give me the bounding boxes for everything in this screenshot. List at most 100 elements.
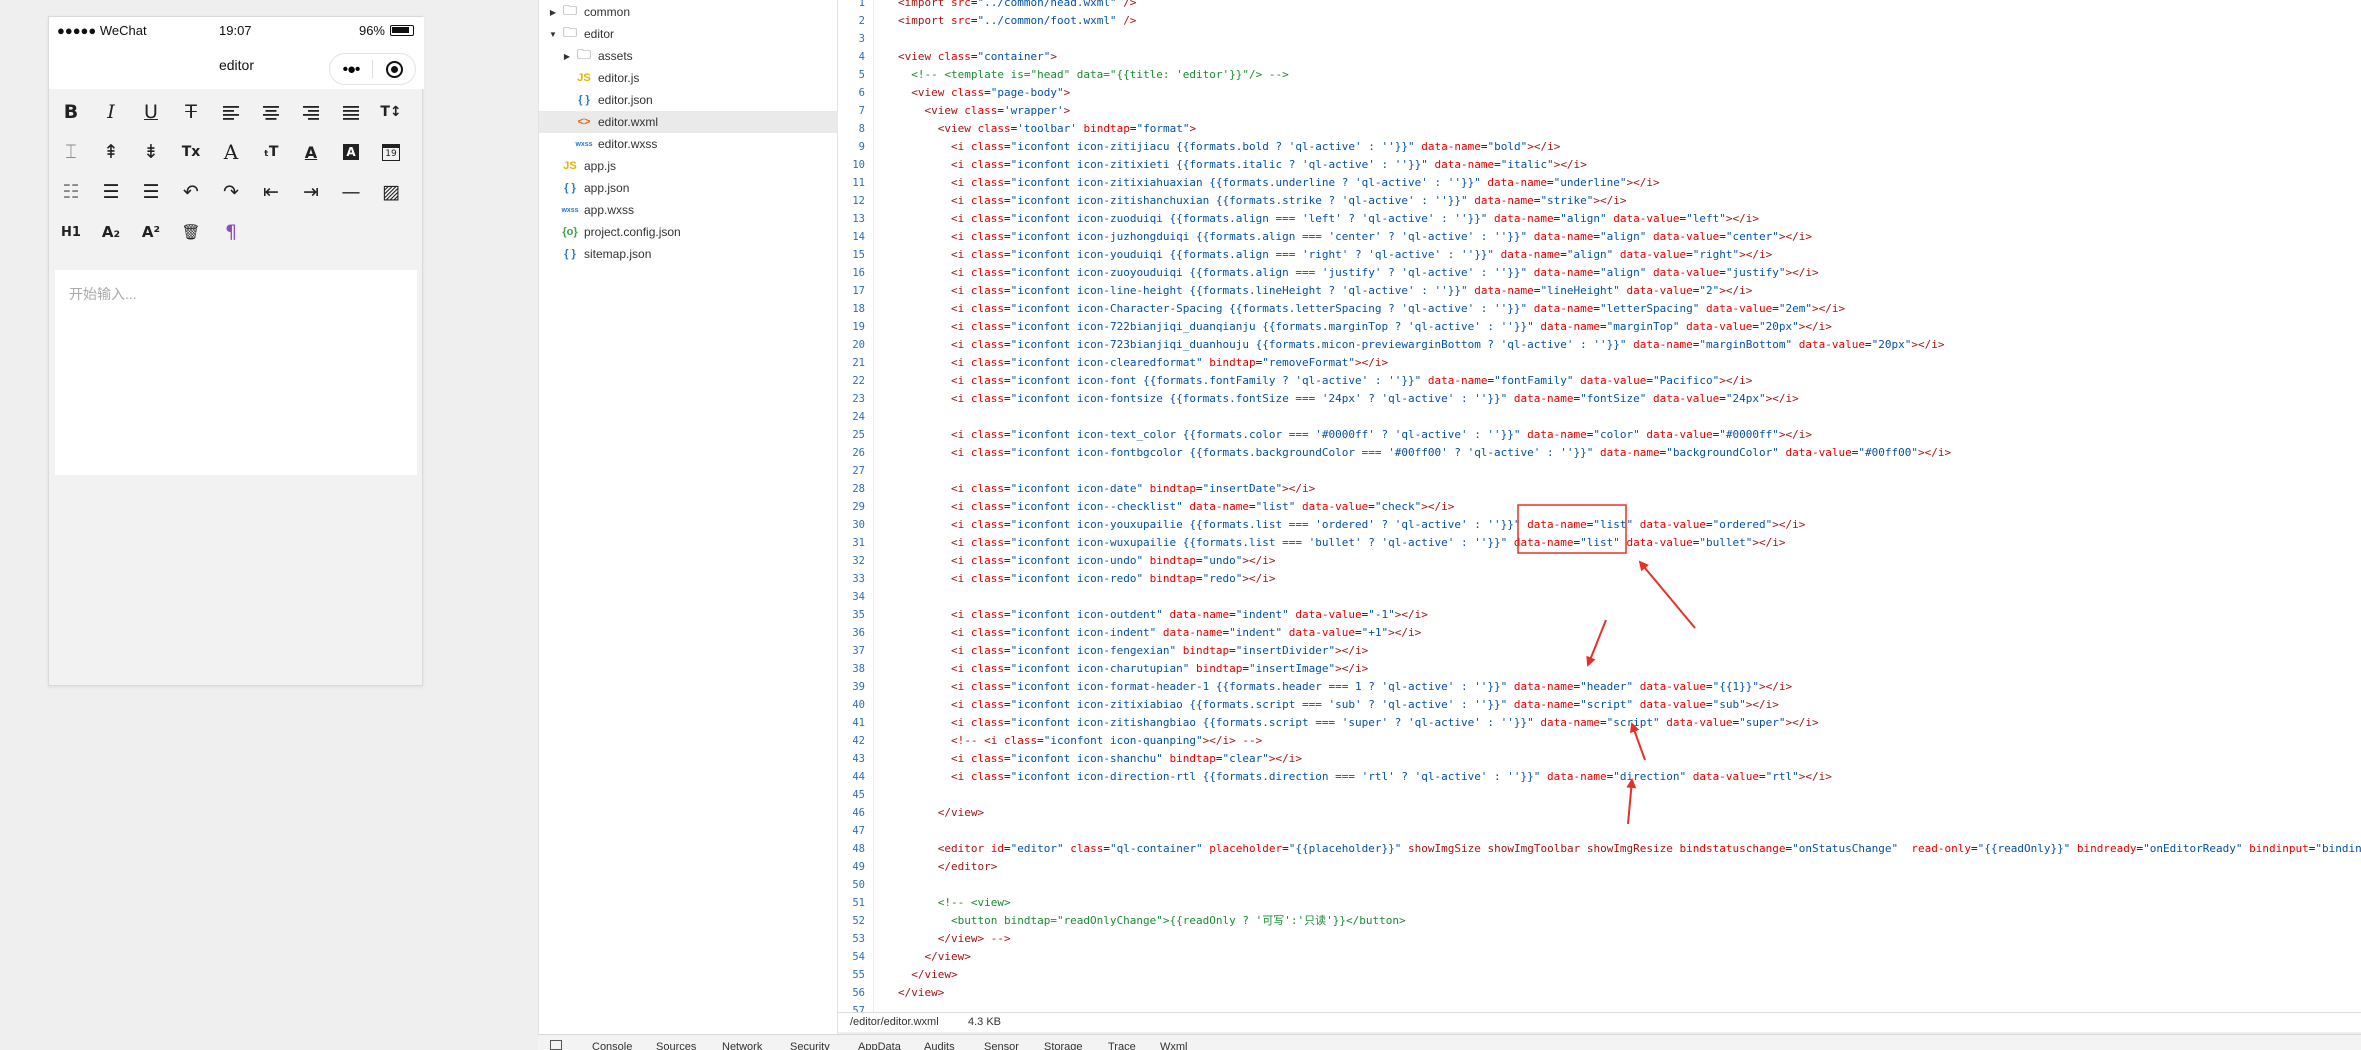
tree-item[interactable]: JS app.js: [539, 155, 838, 177]
tree-item-label: common: [584, 5, 631, 19]
devtools-tab-console[interactable]: Console: [592, 1041, 632, 1050]
align-justify-button[interactable]: [336, 97, 366, 127]
line-number: 15: [852, 249, 865, 261]
tree-item[interactable]: { } app.json: [539, 177, 838, 199]
indent-button[interactable]: ⇥: [296, 177, 326, 207]
code-line: <i class="iconfont icon-zitixiahuaxian {…: [950, 176, 1660, 189]
outdent-button[interactable]: ⇤: [256, 177, 286, 207]
tree-item[interactable]: ▶ 🗀 assets: [539, 45, 838, 67]
line-number: 8: [858, 123, 865, 135]
indent-icon: ⇥: [303, 181, 319, 203]
battery-percent: 96%: [358, 23, 385, 38]
tree-item[interactable]: ▼ 🗀 editor: [539, 23, 838, 45]
tree-item-label: sitemap.json: [584, 247, 652, 261]
clear-format-icon: Tx: [181, 144, 201, 160]
json-file-icon: { }: [578, 94, 590, 106]
bold-button[interactable]: B: [56, 97, 86, 127]
rich-text-editor[interactable]: 开始输入...: [55, 270, 417, 475]
header-1-button[interactable]: H1: [56, 217, 86, 247]
line-number: 50: [852, 879, 865, 891]
strikethrough-button[interactable]: T: [176, 97, 206, 127]
ordered-list-button[interactable]: ☰: [96, 177, 126, 207]
devtools-toggle-icon[interactable]: [550, 1040, 562, 1050]
tree-item[interactable]: ▶ 🗀 common: [539, 1, 838, 23]
more-menu-icon[interactable]: •●•: [330, 61, 372, 78]
code-line: <view class="container">: [898, 50, 1057, 63]
code-line: <i class="iconfont icon-wuxupailie {{for…: [950, 536, 1786, 549]
line-number: 52: [852, 915, 865, 927]
tree-item[interactable]: JS editor.js: [539, 67, 838, 89]
code-line: <import src="../common/foot.wxml" />: [898, 14, 1137, 27]
wxss-file-icon: wxss: [575, 140, 593, 148]
redo-button[interactable]: ↷: [216, 177, 246, 207]
tree-item-label: assets: [598, 49, 633, 63]
tree-item[interactable]: wxss editor.wxss: [539, 133, 838, 155]
devtools-tab-appdata[interactable]: AppData: [858, 1041, 901, 1050]
code-line: <i class="iconfont icon-zitishanchuxian …: [950, 194, 1627, 207]
devtools-tab-wxml[interactable]: Wxml: [1160, 1041, 1188, 1050]
code-line: <i class="iconfont icon-zitixieti {{form…: [950, 158, 1587, 171]
devtools-tab-sources[interactable]: Sources: [656, 1041, 696, 1050]
underline-button[interactable]: U: [136, 97, 166, 127]
margin-bottom-button[interactable]: ⇟: [136, 137, 166, 167]
code-line: <i class="iconfont icon-723bianjiqi_duan…: [950, 338, 1945, 351]
insert-date-button[interactable]: 19: [376, 137, 406, 167]
margin-top-button[interactable]: ⇞: [96, 137, 126, 167]
file-size: 4.3 KB: [968, 1016, 1002, 1028]
code-line: <i class="iconfont icon-date" bindtap="i…: [950, 482, 1316, 495]
text-color-button[interactable]: A: [296, 137, 326, 167]
line-number: 43: [852, 753, 865, 765]
phone-simulator: ●●●●● WeChat 19:07 96% editor •●• B I U T T↕…: [48, 16, 424, 686]
bullet-list-button[interactable]: ☰: [136, 177, 166, 207]
align-left-button[interactable]: [216, 97, 246, 127]
tree-item-label: editor.json: [598, 93, 653, 107]
folder-icon: 🗀: [563, 2, 577, 18]
clear-format-button[interactable]: Tx: [176, 137, 206, 167]
tree-item[interactable]: <> editor.wxml: [539, 111, 838, 133]
devtools-tab-trace[interactable]: Trace: [1108, 1041, 1136, 1050]
tree-item-label: editor.js: [598, 71, 640, 85]
devtools-tab-storage[interactable]: Storage: [1044, 1041, 1083, 1050]
checklist-button[interactable]: ☷: [56, 177, 86, 207]
background-color-button[interactable]: A: [336, 137, 366, 167]
line-number: 48: [852, 843, 865, 855]
line-number: 35: [852, 609, 865, 621]
devtools-tab-sensor[interactable]: Sensor: [984, 1041, 1019, 1050]
line-number: 25: [852, 429, 865, 441]
margin-top-icon: ⇞: [103, 141, 119, 163]
subscript-button[interactable]: A₂: [96, 217, 126, 247]
divider-button[interactable]: —: [336, 177, 366, 207]
insert-image-button[interactable]: ▨: [376, 177, 406, 207]
font-family-button[interactable]: A: [216, 137, 246, 167]
tree-item[interactable]: wxss app.wxss: [539, 199, 838, 221]
line-number: 55: [852, 969, 865, 981]
delete-button[interactable]: 🗑: [176, 217, 206, 247]
code-editor[interactable]: 1 2 3 4 5 6 7 8 9 10 11 12 13 14 15 16 17 18 19 20 21 22 23 24 2…: [838, 0, 2361, 1012]
devtools-tab-audits[interactable]: Audits: [924, 1041, 955, 1050]
superscript-button[interactable]: A²: [136, 217, 166, 247]
caret-right-icon: ▶: [549, 7, 557, 17]
devtools-tab-security[interactable]: Security: [790, 1041, 830, 1050]
devtools-tab-network[interactable]: Network: [722, 1041, 762, 1050]
line-number: 5: [858, 69, 865, 81]
code-line: <i class="iconfont icon-fontbgcolor {{fo…: [950, 446, 1952, 459]
direction-rtl-button[interactable]: ¶: [216, 217, 246, 247]
italic-button[interactable]: I: [96, 97, 126, 127]
text-color-icon: A: [304, 142, 318, 162]
code-line: <i class="iconfont icon-undo" bindtap="u…: [950, 554, 1276, 567]
align-right-button[interactable]: [296, 97, 326, 127]
italic-icon: I: [107, 101, 115, 123]
tree-item[interactable]: { } editor.json: [539, 89, 838, 111]
line-height-button[interactable]: T↕: [376, 97, 406, 127]
undo-button[interactable]: ↶: [176, 177, 206, 207]
font-size-button[interactable]: ₜT: [256, 137, 286, 167]
tree-item[interactable]: { } sitemap.json: [539, 243, 838, 265]
line-number: 6: [858, 87, 865, 99]
letter-spacing-button[interactable]: ⌶: [56, 137, 86, 167]
align-center-button[interactable]: [256, 97, 286, 127]
line-number: 17: [852, 285, 865, 297]
close-miniprogram-button[interactable]: [373, 60, 415, 78]
code-line: <i class="iconfont icon-charutupian" bin…: [950, 662, 1369, 675]
tree-item[interactable]: {o} project.config.json: [539, 221, 838, 243]
align-justify-icon: [343, 106, 359, 120]
